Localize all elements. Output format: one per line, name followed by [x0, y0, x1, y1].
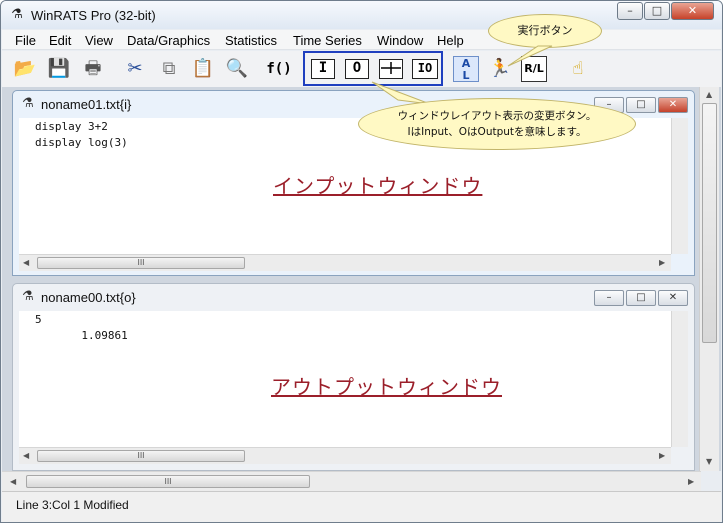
layout-callout-line-1: ウィンドウレイアウト表示の変更ボタン。	[397, 110, 597, 122]
callout-pointers	[371, 45, 553, 105]
run-callout-pointer	[507, 45, 553, 67]
layout-callout-line-2: IはInput、OはOutputを意味します。	[407, 126, 587, 138]
layout-callout-pointer	[371, 81, 431, 105]
layout-buttons-callout: ウィンドウレイアウト表示の変更ボタン。 IはInput、OはOutputを意味し…	[358, 98, 636, 150]
